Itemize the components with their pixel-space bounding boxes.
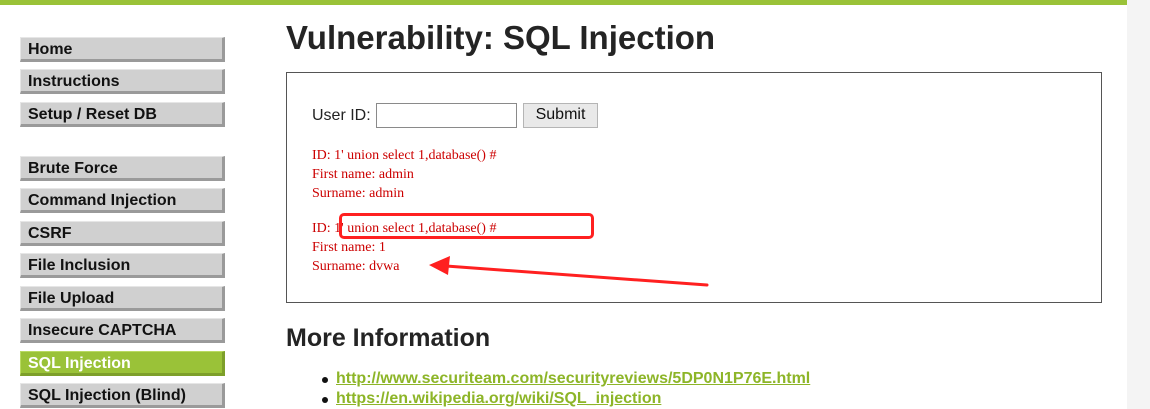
- list-item: https://en.wikipedia.org/wiki/SQL_inject…: [322, 389, 810, 409]
- link-wikipedia[interactable]: https://en.wikipedia.org/wiki/SQL_inject…: [336, 390, 661, 407]
- annotation-arrow-icon: [429, 256, 709, 287]
- link-securiteam[interactable]: http://www.securiteam.com/securityreview…: [336, 370, 810, 387]
- bullet-icon: [322, 377, 328, 383]
- bullet-icon: [322, 397, 328, 403]
- more-information-heading: More Information: [286, 324, 491, 352]
- more-information-links: http://www.securiteam.com/securityreview…: [322, 369, 810, 409]
- list-item: http://www.securiteam.com/securityreview…: [322, 369, 810, 389]
